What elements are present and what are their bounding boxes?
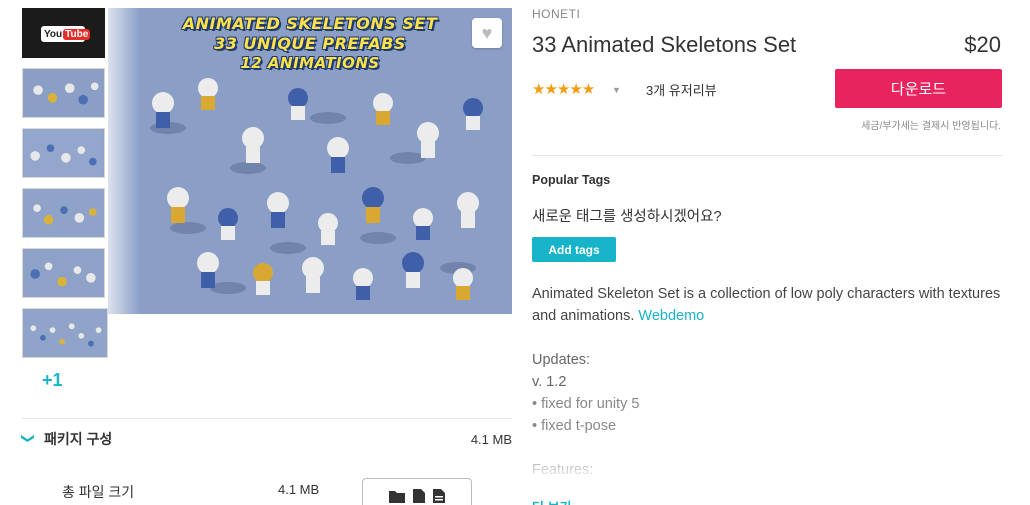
user-reviews-link[interactable]: 3개 유저리뷰 [646,80,717,99]
file-icon[interactable] [412,488,426,505]
description: Animated Skeleton Set is a collection of… [532,283,1002,327]
expand-more-link[interactable]: 더 보기 [532,497,572,505]
total-file-size-value: 4.1 MB [278,482,320,497]
thumbnail-image-2[interactable] [22,128,105,178]
update-item: • fixed t-pose [532,418,617,434]
more-thumbnails-link[interactable]: +1 [42,370,63,391]
updates-section: Updates: v. 1.2 • fixed for unity 5 • fi… [532,349,639,437]
hero-image[interactable]: ANIMATED SKELETONS SET 33 UNIQUE PREFABS… [108,8,512,314]
thumbnail-art [23,129,104,177]
thumbnail-art [23,189,104,237]
package-contents-title: 패키지 구성 [44,431,113,447]
thumbnail-art [23,249,104,297]
total-file-size-row: 총 파일 크기 4.1 MB [62,482,332,502]
thumbnail-art [23,69,104,117]
thumbnail-strip: You Tube [22,8,108,368]
rating-stars-icon[interactable]: ★★★★★ [532,80,595,98]
file-view-buttons[interactable] [362,478,472,505]
thumbnail-image-4[interactable] [22,248,105,298]
description-text: Animated Skeleton Set is a collection of… [532,286,1001,324]
fade-overlay [532,440,1002,505]
divider [22,418,512,419]
thumbnail-image-5[interactable] [22,308,108,358]
hero-title-line-2: 33 UNIQUE PREFABS [214,34,406,53]
thumbnail-image-1[interactable] [22,68,105,118]
thumbnail-art [23,309,107,357]
hero-title-line-3: 12 ANIMATIONS [240,54,380,72]
document-icon[interactable] [432,488,446,505]
thumbnail-video[interactable]: You Tube [22,8,105,58]
features-heading: Features: [532,462,594,478]
product-title: 33 Animated Skeletons Set [532,32,797,57]
divider [532,155,1002,156]
favorite-heart-icon[interactable]: ♥ [472,18,502,48]
new-tag-prompt: 새로운 태그를 생성하시겠어요? [532,209,722,225]
package-contents-row[interactable]: ❯ 패키지 구성 4.1 MB [20,428,512,450]
hero-title-line-1: ANIMATED SKELETONS SET [182,14,438,33]
updates-heading: Updates: [532,352,591,368]
total-file-size-label: 총 파일 크기 [62,484,135,500]
thumbnail-image-3[interactable] [22,188,105,238]
tax-note: 세금/부가세는 결제시 반영됩니다. [861,121,1001,132]
youtube-logo: You Tube [41,26,91,42]
caret-down-icon[interactable]: ▼ [612,85,621,95]
webdemo-link[interactable]: Webdemo [638,308,704,324]
popular-tags-heading: Popular Tags [532,173,611,187]
publisher-link[interactable]: HONETI [532,7,580,21]
update-item: • fixed for unity 5 [532,396,640,412]
download-button[interactable]: 다운로드 [835,69,1002,108]
package-size: 4.1 MB [470,431,512,447]
add-tags-button[interactable]: Add tags [532,237,616,262]
folder-icon[interactable] [388,488,406,505]
updates-version: v. 1.2 [532,374,567,390]
price: $20 [964,32,1001,57]
chevron-down-icon[interactable]: ❯ [20,433,36,445]
